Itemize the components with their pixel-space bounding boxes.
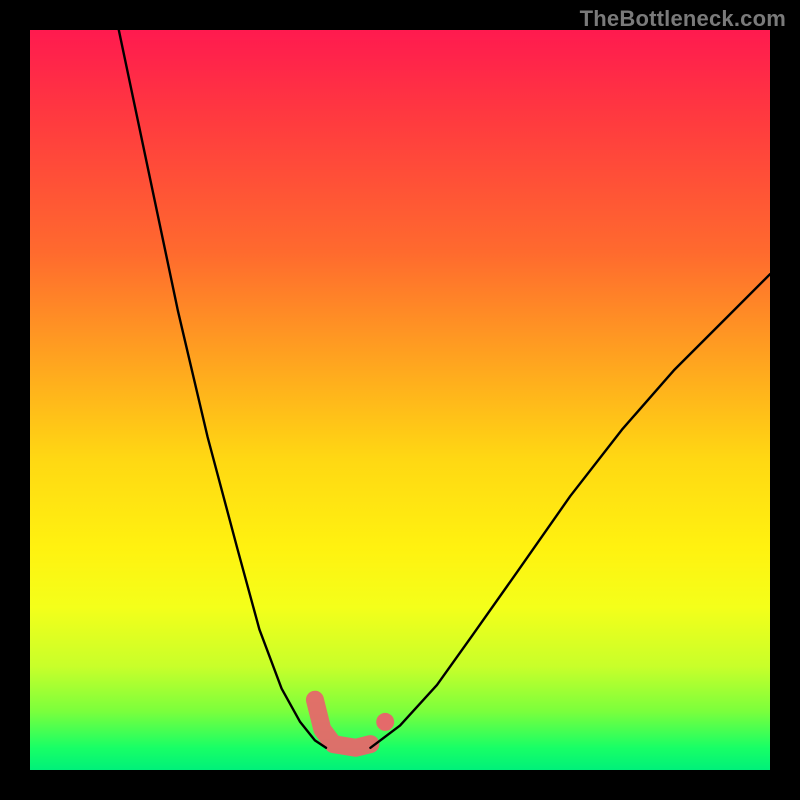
valley-outlier-dot [376,713,394,731]
curve-left-branch [119,30,326,748]
plot-area [30,30,770,770]
curve-right-branch [370,274,770,748]
watermark-text: TheBottleneck.com [580,6,786,32]
curves-layer [30,30,770,770]
valley-highlight-line [315,700,371,748]
chart-frame: TheBottleneck.com [0,0,800,800]
